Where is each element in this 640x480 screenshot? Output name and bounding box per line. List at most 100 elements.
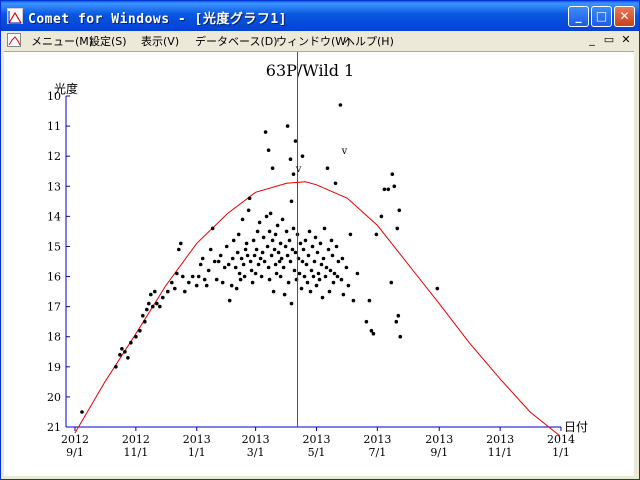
observation-point bbox=[212, 259, 217, 264]
observation-point bbox=[331, 280, 336, 285]
observation-point bbox=[187, 280, 191, 285]
y-tick-label: 17 bbox=[47, 301, 61, 314]
observation-point bbox=[276, 250, 281, 255]
observation-point bbox=[234, 286, 239, 291]
observation-point bbox=[289, 199, 294, 204]
observation-point bbox=[267, 277, 272, 282]
observation-point bbox=[326, 247, 331, 252]
x-tick-date-label: 1/1 bbox=[552, 446, 570, 459]
maximize-button[interactable]: □ bbox=[591, 6, 612, 27]
observation-point bbox=[194, 283, 199, 288]
observation-point bbox=[224, 244, 229, 249]
observation-point bbox=[271, 289, 276, 294]
observation-point bbox=[328, 268, 333, 273]
observation-point bbox=[265, 244, 270, 249]
observation-point bbox=[339, 277, 344, 282]
observation-point bbox=[285, 124, 290, 128]
observation-point bbox=[149, 292, 153, 297]
menu-menu[interactable]: メニュー(M) bbox=[31, 33, 93, 49]
title-bar[interactable]: Comet for Windows - [光度グラフ1] _ □ ✕ bbox=[1, 1, 639, 31]
observation-point bbox=[230, 256, 235, 261]
app-chart-icon[interactable] bbox=[7, 8, 23, 24]
observation-point bbox=[297, 271, 302, 276]
menu-window[interactable]: ウィンドウ(W) bbox=[276, 33, 350, 49]
observation-point bbox=[397, 208, 402, 213]
y-tick-label: 13 bbox=[47, 180, 61, 193]
observation-point bbox=[374, 232, 379, 237]
observation-point bbox=[313, 235, 318, 240]
observation-point bbox=[335, 274, 340, 279]
observation-point bbox=[260, 250, 265, 255]
observation-point bbox=[283, 244, 288, 249]
y-tick-label: 15 bbox=[47, 240, 61, 253]
observation-point bbox=[177, 247, 181, 252]
observation-point bbox=[200, 256, 205, 261]
observation-point bbox=[307, 229, 312, 234]
observation-point bbox=[322, 226, 327, 231]
observation-point bbox=[204, 283, 209, 288]
observation-point bbox=[323, 274, 328, 279]
observation-point bbox=[123, 350, 127, 354]
minimize-button[interactable]: _ bbox=[568, 6, 589, 27]
observation-point bbox=[341, 292, 346, 297]
observation-point bbox=[216, 259, 221, 264]
observation-point bbox=[170, 280, 174, 285]
observation-point bbox=[266, 265, 271, 270]
observation-point bbox=[308, 289, 313, 294]
observation-point bbox=[235, 250, 240, 255]
observation-point bbox=[394, 319, 399, 324]
observation-point bbox=[290, 247, 295, 252]
observation-point bbox=[316, 271, 321, 276]
menu-help[interactable]: ヘルプ(H) bbox=[344, 33, 394, 49]
mdi-minimize-button[interactable]: _ bbox=[585, 34, 599, 47]
close-button[interactable]: ✕ bbox=[614, 6, 635, 27]
observation-point bbox=[364, 319, 369, 324]
observation-point bbox=[181, 274, 185, 279]
menu-settings[interactable]: 設定(S) bbox=[89, 33, 127, 49]
observation-point bbox=[259, 274, 264, 279]
y-tick-label: 18 bbox=[47, 331, 61, 344]
observation-point bbox=[369, 328, 374, 333]
observation-point bbox=[238, 277, 243, 282]
observation-point bbox=[222, 265, 227, 270]
observation-point bbox=[280, 217, 285, 222]
observation-point bbox=[395, 226, 400, 231]
menu-view[interactable]: 表示(V) bbox=[141, 33, 179, 49]
observation-point bbox=[284, 229, 289, 234]
observation-point bbox=[303, 238, 308, 243]
observation-point bbox=[240, 217, 245, 222]
observation-point bbox=[206, 268, 211, 273]
observation-point bbox=[210, 226, 215, 231]
observation-point bbox=[155, 301, 159, 306]
observation-point bbox=[396, 313, 401, 318]
x-tick-year-label: 2013 bbox=[242, 433, 270, 446]
observation-point bbox=[382, 187, 387, 192]
observation-point bbox=[321, 256, 326, 261]
observation-point bbox=[245, 253, 250, 258]
x-tick-year-label: 2013 bbox=[363, 433, 391, 446]
observation-point bbox=[267, 229, 272, 234]
observation-point bbox=[371, 331, 376, 336]
observation-point bbox=[333, 181, 338, 186]
observation-point bbox=[263, 130, 268, 134]
observation-point bbox=[244, 241, 249, 246]
observation-point bbox=[292, 268, 297, 273]
observation-point bbox=[285, 253, 290, 258]
observation-point bbox=[134, 334, 138, 339]
menu-database[interactable]: データベース(D) bbox=[195, 33, 278, 49]
upper-limit-mark: v bbox=[295, 164, 302, 175]
observation-point bbox=[114, 365, 118, 369]
observation-point bbox=[241, 262, 246, 267]
observation-point bbox=[306, 253, 311, 258]
mdi-restore-button[interactable]: ▭ bbox=[602, 34, 616, 47]
observation-point bbox=[319, 262, 324, 267]
y-tick-label: 12 bbox=[47, 150, 61, 163]
observation-point bbox=[334, 244, 339, 249]
mdi-close-button[interactable]: ✕ bbox=[619, 34, 633, 47]
observation-point bbox=[315, 250, 320, 255]
child-window-icon[interactable] bbox=[7, 33, 21, 47]
observation-point bbox=[151, 304, 155, 309]
app-window: Comet for Windows - [光度グラフ1] _ □ ✕ メニュー(… bbox=[0, 0, 640, 480]
observation-point bbox=[277, 259, 282, 264]
observation-point bbox=[324, 265, 329, 270]
